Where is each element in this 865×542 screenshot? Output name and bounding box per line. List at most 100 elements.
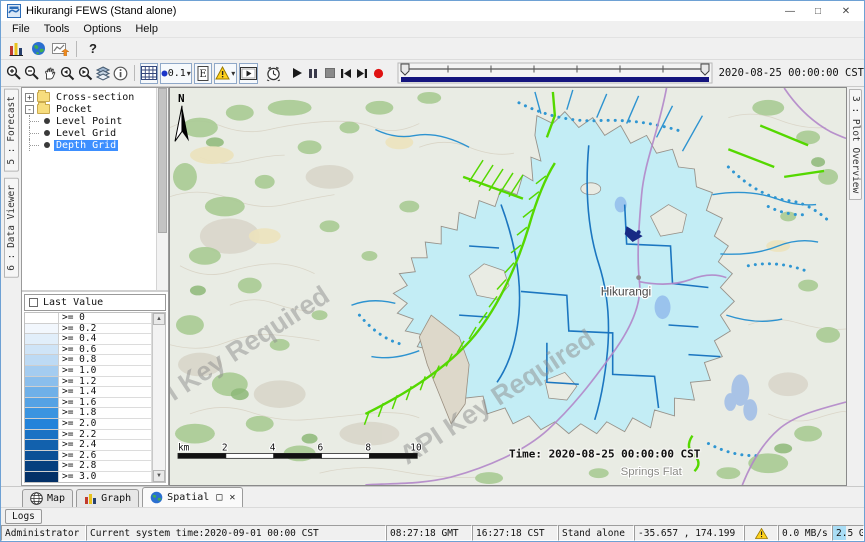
- bottom-tab-bar: Map Graph Spatial □ ✕: [1, 486, 864, 507]
- tab-forecast[interactable]: 5 : Forecast: [4, 89, 19, 172]
- legend-row[interactable]: >= 3.0: [25, 472, 152, 482]
- layers-icon[interactable]: [94, 63, 112, 83]
- status-download-rate: 0.0 MB/s: [778, 525, 832, 541]
- last-value-checkbox[interactable]: [29, 298, 38, 307]
- legend-row[interactable]: >= 1.4: [25, 387, 152, 398]
- legend-row[interactable]: >= 1.2: [25, 377, 152, 388]
- time-slider[interactable]: [397, 62, 713, 84]
- map-canvas[interactable]: API Key Required API Key Required Hikura…: [170, 88, 846, 485]
- tab-maximize-icon[interactable]: □: [216, 492, 222, 503]
- legend-color-swatch: [25, 419, 59, 430]
- thresholds-dropdown[interactable]: ▾: [214, 63, 237, 84]
- zoom-out-icon[interactable]: [23, 63, 41, 83]
- menu-help[interactable]: Help: [128, 22, 165, 36]
- info-icon[interactable]: [112, 63, 129, 83]
- explorer-barchart-icon[interactable]: [5, 39, 27, 59]
- slider-span-bar[interactable]: [401, 77, 709, 82]
- scroll-up-icon[interactable]: ▲: [153, 313, 165, 325]
- status-bar: Administrator Current system time:2020-0…: [1, 525, 864, 541]
- tree-item-depth-grid[interactable]: Depth Grid: [24, 139, 168, 151]
- skip-to-end-button[interactable]: [354, 63, 370, 83]
- legend-row[interactable]: >= 2.4: [25, 440, 152, 451]
- legend-row[interactable]: >= 2.0: [25, 419, 152, 430]
- legend-row[interactable]: >= 0.6: [25, 345, 152, 356]
- timeseries-dialog-icon[interactable]: [49, 39, 71, 59]
- tab-plot-overview[interactable]: 3 : Plot Overview: [849, 89, 862, 200]
- legend-row[interactable]: >= 1.0: [25, 366, 152, 377]
- legend-color-swatch: [25, 345, 59, 356]
- close-button[interactable]: ✕: [832, 2, 860, 20]
- play-button[interactable]: [289, 63, 305, 83]
- globe-icon[interactable]: [27, 39, 49, 59]
- window-title: Hikurangi FEWS (Stand alone): [26, 5, 176, 17]
- app-logo-icon: [7, 4, 21, 18]
- menu-options[interactable]: Options: [76, 22, 128, 36]
- tab-spatial[interactable]: Spatial □ ✕: [142, 487, 243, 507]
- legend-row[interactable]: >= 1.6: [25, 398, 152, 409]
- animation-toggle[interactable]: [239, 63, 258, 84]
- tree-item-pocket[interactable]: - Pocket: [24, 103, 168, 115]
- status-warning[interactable]: [744, 525, 778, 541]
- main-area: 5 : Forecast 6 : Data Viewer + Cross-sec…: [1, 87, 864, 486]
- tree-item-label: Level Point: [54, 116, 124, 127]
- stop-button[interactable]: [321, 63, 337, 83]
- tab-map-label: Map: [47, 493, 65, 504]
- legend-row[interactable]: >= 0: [25, 313, 152, 324]
- legend-row[interactable]: >= 2.6: [25, 451, 152, 462]
- logs-row: Logs: [1, 507, 864, 525]
- skip-to-start-button[interactable]: [338, 63, 354, 83]
- tree-connector: [29, 139, 43, 151]
- main-toolbar: ?: [1, 38, 864, 60]
- zoom-previous-icon[interactable]: [58, 63, 76, 83]
- classification-dropdown[interactable]: 0.1 ▾: [160, 63, 192, 84]
- legend-class-label: >= 1.8: [59, 408, 152, 419]
- legend-row[interactable]: >= 2.8: [25, 461, 152, 472]
- slider-datetime: 2020-08-25 00:00:00 CST: [719, 67, 864, 79]
- tree-item-level-grid[interactable]: Level Grid: [24, 127, 168, 139]
- tab-data-viewer[interactable]: 6 : Data Viewer: [4, 178, 19, 278]
- legend-color-swatch: [25, 472, 59, 482]
- menu-tools[interactable]: Tools: [37, 22, 77, 36]
- pan-hand-icon[interactable]: [41, 63, 58, 83]
- timer-settings-icon[interactable]: [264, 63, 283, 83]
- svg-text:8: 8: [365, 442, 371, 453]
- legend-class-label: >= 2.0: [59, 419, 152, 430]
- scroll-down-icon[interactable]: ▼: [153, 470, 165, 482]
- tree-item-label-selected: Depth Grid: [54, 140, 118, 151]
- legend-class-label: >= 1.2: [59, 377, 152, 388]
- legend-class-label: >= 0: [59, 313, 152, 324]
- tree-item-level-point[interactable]: Level Point: [24, 115, 168, 127]
- svg-text:km: km: [178, 442, 190, 453]
- legend-row[interactable]: >= 0.2: [25, 324, 152, 335]
- legend-row[interactable]: >= 1.8: [25, 408, 152, 419]
- collapse-icon[interactable]: -: [25, 105, 34, 114]
- expand-icon[interactable]: +: [25, 93, 34, 102]
- help-icon[interactable]: ?: [82, 39, 104, 59]
- status-local-time: 16:27:18 CST: [472, 525, 558, 541]
- legend-row[interactable]: >= 0.4: [25, 334, 152, 345]
- title-bar: Hikurangi FEWS (Stand alone) — □ ✕: [1, 1, 864, 21]
- tab-graph[interactable]: Graph: [76, 489, 139, 507]
- zoom-in-icon[interactable]: [5, 63, 23, 83]
- legend-scrollbar[interactable]: ▲ ▼: [152, 313, 165, 482]
- globe-icon: [150, 491, 163, 504]
- maximize-button[interactable]: □: [804, 2, 832, 20]
- legend-row[interactable]: >= 2.2: [25, 430, 152, 441]
- tree-scrollbar[interactable]: [156, 88, 168, 290]
- last-value-option[interactable]: Last Value: [24, 294, 166, 311]
- minimize-button[interactable]: —: [776, 2, 804, 20]
- logs-button[interactable]: Logs: [5, 509, 42, 524]
- record-button[interactable]: [370, 63, 386, 83]
- legend-color-swatch: [25, 440, 59, 451]
- map-viewport[interactable]: API Key Required API Key Required Hikura…: [169, 87, 847, 486]
- status-user: Administrator: [1, 525, 86, 541]
- tab-map[interactable]: Map: [22, 489, 73, 507]
- tab-close-icon[interactable]: ✕: [229, 492, 235, 503]
- legend-row[interactable]: >= 0.8: [25, 355, 152, 366]
- menu-file[interactable]: File: [5, 22, 37, 36]
- zoom-next-icon[interactable]: [76, 63, 94, 83]
- scrollbar-thumb[interactable]: [158, 88, 167, 233]
- labels-toggle[interactable]: E: [194, 63, 212, 84]
- grid-display-toggle[interactable]: [140, 63, 158, 84]
- pause-button[interactable]: [305, 63, 321, 83]
